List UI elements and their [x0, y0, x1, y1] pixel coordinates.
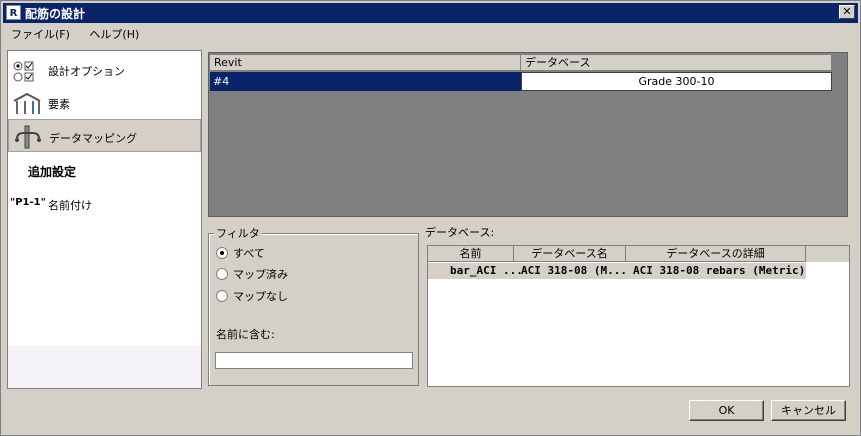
radio-button[interactable]: [216, 268, 228, 280]
rebar-mapping-icon: [15, 125, 41, 149]
radio-label: マップ済み: [233, 268, 288, 281]
database-table-header: 名前 データベース名 データベースの詳細: [428, 246, 849, 262]
column-header-revit[interactable]: Revit: [210, 55, 521, 71]
cell-database-dropdown[interactable]: Grade 300-10: [521, 72, 832, 91]
nav-item-label: データマッピング: [49, 132, 137, 145]
nav-item-elements[interactable]: 要素: [8, 86, 201, 119]
menu-bar: ファイル(F) ヘルプ(H): [3, 25, 147, 43]
close-button[interactable]: ✕: [839, 5, 855, 19]
menu-file[interactable]: ファイル(F): [3, 25, 78, 43]
ok-button[interactable]: OK: [689, 400, 764, 421]
table-row[interactable]: #4 Grade 300-10: [210, 72, 832, 91]
table-row[interactable]: bar_ACI ... ACI 318-08 (M... ACI 318-08 …: [428, 263, 806, 279]
structure-elements-icon: [13, 92, 41, 114]
filter-option-all[interactable]: すべて: [216, 245, 265, 261]
radio-label: マップなし: [233, 290, 288, 303]
mapping-table-header: Revit データベース: [210, 55, 832, 71]
cancel-button[interactable]: キャンセル: [771, 400, 846, 421]
title-bar: R 配筋の設計 ✕: [3, 3, 858, 23]
nav-item-label: 名前付け: [48, 199, 92, 212]
column-header-database[interactable]: データベース: [521, 55, 832, 71]
naming-icon: "P1-1": [10, 197, 46, 208]
nav-bottom-area: [8, 346, 201, 388]
section-heading: 追加設定: [28, 165, 77, 179]
cell-db-detail: ACI 318-08 rebars (Metric): [633, 264, 806, 277]
cell-db-name: ACI 318-08 (M...: [521, 264, 627, 277]
nav-item-data-mapping[interactable]: データマッピング: [8, 119, 201, 152]
database-table: 名前 データベース名 データベースの詳細 bar_ACI ... ACI 318…: [427, 245, 850, 387]
filter-option-mapped[interactable]: マップ済み: [216, 266, 288, 282]
radio-button[interactable]: [216, 247, 228, 259]
radio-button[interactable]: [216, 290, 228, 302]
cell-name: bar_ACI ...: [450, 264, 523, 277]
filter-option-unmapped[interactable]: マップなし: [216, 288, 288, 304]
nav-section-additional-settings: 追加設定: [8, 153, 201, 186]
radio-label: すべて: [233, 247, 265, 260]
nav-item-label: 要素: [48, 98, 70, 111]
radio-checkbox-options-icon: [13, 61, 34, 82]
database-label: データベース:: [425, 226, 495, 239]
filter-legend: フィルタ: [214, 225, 262, 241]
revit-app-icon: R: [6, 5, 21, 20]
column-header-db-name[interactable]: データベース名: [514, 246, 626, 262]
menu-help[interactable]: ヘルプ(H): [81, 25, 147, 43]
cell-revit[interactable]: #4: [210, 72, 521, 91]
column-header-db-detail[interactable]: データベースの詳細: [626, 246, 806, 262]
nav-panel: 設計オプション 要素 データマッピング 追加設定 "P1-1" 名前付け: [7, 50, 202, 389]
name-contains-input[interactable]: [215, 352, 413, 369]
mapping-table: Revit データベース #4 Grade 300-10: [208, 52, 848, 217]
nav-item-design-options[interactable]: 設計オプション: [8, 53, 201, 86]
nav-item-naming[interactable]: "P1-1" 名前付け: [8, 187, 201, 220]
column-header-name[interactable]: 名前: [428, 246, 514, 262]
name-contains-label: 名前に含む:: [216, 328, 275, 341]
nav-item-label: 設計オプション: [48, 65, 125, 78]
window-title: 配筋の設計: [25, 7, 86, 21]
